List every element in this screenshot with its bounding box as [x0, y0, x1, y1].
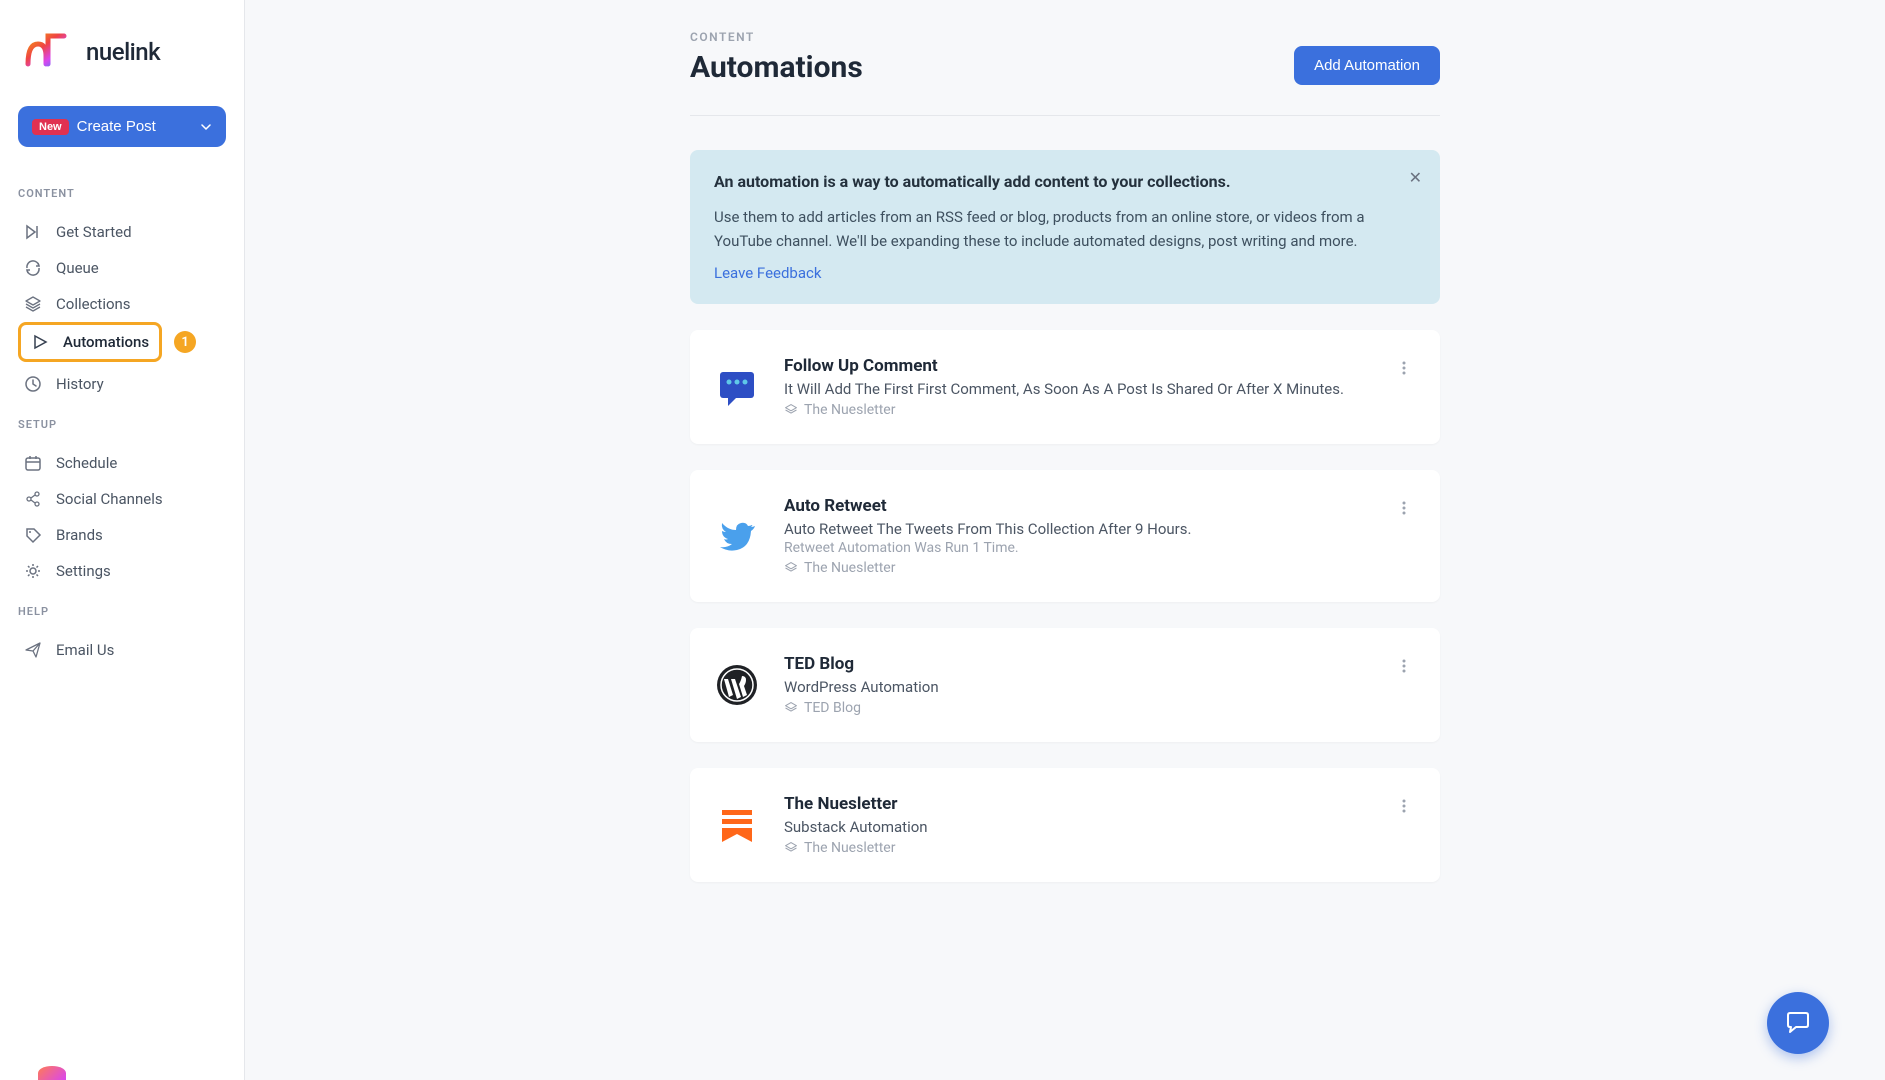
nav-history[interactable]: History: [18, 366, 226, 402]
layers-icon: [24, 295, 42, 313]
nav-label: Brands: [56, 526, 103, 544]
sidebar: nuelink New Create Post CONTENT Get Star…: [0, 0, 245, 1080]
nav-brands[interactable]: Brands: [18, 517, 226, 553]
user-avatar[interactable]: [38, 1066, 66, 1080]
automation-card[interactable]: TED Blog WordPress Automation TED Blog: [690, 628, 1440, 742]
banner-title: An automation is a way to automatically …: [714, 172, 1416, 191]
sidebar-footer: [18, 1040, 226, 1070]
chat-icon: [1784, 1009, 1812, 1037]
card-title: Auto Retweet: [784, 496, 1368, 516]
card-menu-button[interactable]: [1392, 496, 1416, 520]
automation-card[interactable]: Auto Retweet Auto Retweet The Tweets Fro…: [690, 470, 1440, 602]
new-badge: New: [32, 119, 69, 135]
twitter-icon: [714, 513, 760, 559]
logo-mark-icon: [20, 28, 76, 76]
tag-icon: [24, 526, 42, 544]
logo[interactable]: nuelink: [18, 28, 226, 76]
nav-settings[interactable]: Settings: [18, 553, 226, 589]
play-skip-icon: [24, 223, 42, 241]
page-header: CONTENT Automations Add Automation: [690, 30, 1440, 116]
chevron-down-icon: [200, 121, 212, 133]
card-description: Auto Retweet The Tweets From This Collec…: [784, 520, 1368, 538]
comment-icon: [714, 364, 760, 410]
add-automation-button[interactable]: Add Automation: [1294, 46, 1440, 85]
card-menu-button[interactable]: [1392, 794, 1416, 818]
automation-card[interactable]: The Nuesletter Substack Automation The N…: [690, 768, 1440, 882]
section-setup: SETUP: [18, 418, 226, 431]
section-content: CONTENT: [18, 187, 226, 200]
page-kicker: CONTENT: [690, 30, 863, 44]
nav-label: History: [56, 375, 104, 393]
create-post-label: Create Post: [77, 118, 156, 135]
calendar-icon: [24, 454, 42, 472]
play-icon: [31, 333, 49, 351]
nav-label: Schedule: [56, 454, 117, 472]
wordpress-icon: [714, 662, 760, 708]
nav-label: Email Us: [56, 641, 114, 659]
nav-schedule[interactable]: Schedule: [18, 445, 226, 481]
card-collection[interactable]: The Nuesletter: [784, 560, 1368, 576]
refresh-icon: [24, 259, 42, 277]
automations-badge: 1: [174, 331, 196, 353]
send-icon: [24, 641, 42, 659]
share-icon: [24, 490, 42, 508]
banner-description: Use them to add articles from an RSS fee…: [714, 205, 1416, 253]
nav-collections[interactable]: Collections: [18, 286, 226, 322]
logo-text: nuelink: [86, 38, 160, 66]
section-help: HELP: [18, 605, 226, 618]
automation-list: Follow Up Comment It Will Add The First …: [690, 330, 1440, 882]
card-title: TED Blog: [784, 654, 1368, 674]
card-title: Follow Up Comment: [784, 356, 1368, 376]
card-description: It Will Add The First First Comment, As …: [784, 380, 1368, 398]
nav-label: Get Started: [56, 223, 132, 241]
substack-icon: [714, 802, 760, 848]
nav-automations[interactable]: Automations: [18, 322, 162, 362]
nav-label: Automations: [63, 333, 149, 351]
nav-get-started[interactable]: Get Started: [18, 214, 226, 250]
card-collection[interactable]: The Nuesletter: [784, 402, 1368, 418]
clock-icon: [24, 375, 42, 393]
create-post-button[interactable]: New Create Post: [18, 106, 226, 147]
info-banner: ✕ An automation is a way to automaticall…: [690, 150, 1440, 304]
page-title: Automations: [690, 50, 863, 85]
card-description: WordPress Automation: [784, 678, 1368, 696]
nav-label: Queue: [56, 259, 99, 277]
nav-social-channels[interactable]: Social Channels: [18, 481, 226, 517]
nav-queue[interactable]: Queue: [18, 250, 226, 286]
leave-feedback-link[interactable]: Leave Feedback: [714, 264, 821, 282]
card-menu-button[interactable]: [1392, 654, 1416, 678]
card-collection[interactable]: The Nuesletter: [784, 840, 1368, 856]
card-menu-button[interactable]: [1392, 356, 1416, 380]
nav-label: Settings: [56, 562, 111, 580]
nav-label: Social Channels: [56, 490, 163, 508]
card-meta: Retweet Automation Was Run 1 Time.: [784, 540, 1368, 556]
help-bubble-button[interactable]: [1767, 992, 1829, 1054]
automation-card[interactable]: Follow Up Comment It Will Add The First …: [690, 330, 1440, 444]
nav-email-us[interactable]: Email Us: [18, 632, 226, 668]
nav-label: Collections: [56, 295, 131, 313]
gear-icon: [24, 562, 42, 580]
card-collection[interactable]: TED Blog: [784, 700, 1368, 716]
main-content: CONTENT Automations Add Automation ✕ An …: [245, 0, 1885, 1080]
card-description: Substack Automation: [784, 818, 1368, 836]
close-icon[interactable]: ✕: [1409, 168, 1422, 188]
card-title: The Nuesletter: [784, 794, 1368, 814]
